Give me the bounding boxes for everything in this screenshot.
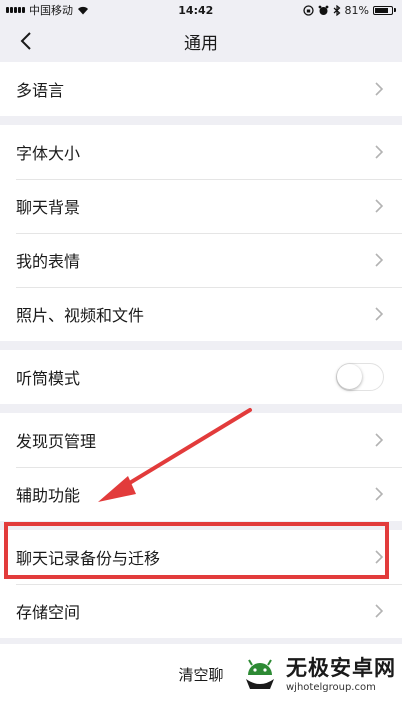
status-left: 中国移动 <box>6 2 89 18</box>
chevron-right-icon <box>375 145 384 159</box>
battery-icon <box>373 5 396 15</box>
row-label: 照片、视频和文件 <box>16 306 145 325</box>
row-label: 聊天记录备份与迁移 <box>16 549 161 568</box>
clear-chat-label: 清空聊 <box>178 666 224 684</box>
signal-icon <box>6 7 25 13</box>
row-label: 发现页管理 <box>16 432 97 451</box>
row-label: 存储空间 <box>16 603 81 622</box>
orientation-lock-icon <box>302 4 314 16</box>
watermark: 无极安卓网 wjhotelgroup.com <box>240 652 396 693</box>
status-time: 14:42 <box>178 3 214 17</box>
nav-bar: 通用 <box>0 20 402 62</box>
android-logo-icon <box>246 658 274 689</box>
bluetooth-icon <box>333 4 340 16</box>
chevron-right-icon <box>375 487 384 501</box>
chevron-left-icon <box>20 32 31 50</box>
settings-row-chat-backup-migration[interactable]: 聊天记录备份与迁移 <box>0 530 402 584</box>
chevron-right-icon <box>375 199 384 213</box>
watermark-url: wjhotelgroup.com <box>286 682 376 693</box>
row-label: 聊天背景 <box>16 198 81 217</box>
settings-list: 多语言 字体大小 聊天背景 我的表情 照片、视频和文件 听筒模式 发现页管理 辅… <box>0 62 402 638</box>
settings-row-font-size[interactable]: 字体大小 <box>0 125 402 179</box>
section-storage: 聊天记录备份与迁移 存储空间 <box>0 530 402 638</box>
chevron-right-icon <box>375 550 384 564</box>
settings-row-discover-management[interactable]: 发现页管理 <box>0 413 402 467</box>
page-title: 通用 <box>184 33 218 54</box>
status-right: 81% <box>302 3 396 17</box>
watermark-text: 无极安卓网 wjhotelgroup.com <box>286 652 396 693</box>
settings-row-storage[interactable]: 存储空间 <box>0 584 402 638</box>
settings-row-my-stickers[interactable]: 我的表情 <box>0 233 402 287</box>
row-label: 听筒模式 <box>16 369 81 388</box>
chevron-right-icon <box>375 604 384 618</box>
wifi-icon <box>78 6 88 15</box>
chevron-right-icon <box>375 253 384 267</box>
chevron-right-icon <box>375 433 384 447</box>
watermark-name: 无极安卓网 <box>286 656 396 680</box>
earpiece-mode-toggle[interactable] <box>336 363 384 391</box>
back-button[interactable] <box>14 28 38 54</box>
row-label: 多语言 <box>16 81 65 100</box>
settings-row-chat-background[interactable]: 聊天背景 <box>0 179 402 233</box>
row-label: 辅助功能 <box>16 486 81 505</box>
chevron-right-icon <box>375 82 384 96</box>
row-label: 我的表情 <box>16 252 81 271</box>
settings-row-accessibility[interactable]: 辅助功能 <box>0 467 402 521</box>
toggle-knob <box>337 364 362 389</box>
carrier-label: 中国移动 <box>29 4 73 17</box>
battery-percent: 81% <box>344 3 369 17</box>
section-earpiece: 听筒模式 <box>0 350 402 404</box>
section-display: 字体大小 聊天背景 我的表情 照片、视频和文件 <box>0 125 402 341</box>
chevron-right-icon <box>375 307 384 321</box>
settings-row-earpiece-mode: 听筒模式 <box>0 350 402 404</box>
settings-row-media-files[interactable]: 照片、视频和文件 <box>0 287 402 341</box>
settings-row-language[interactable]: 多语言 <box>0 62 402 116</box>
row-label: 字体大小 <box>16 144 81 163</box>
status-bar: 中国移动 14:42 81% <box>0 0 402 20</box>
section-discover: 发现页管理 辅助功能 <box>0 413 402 521</box>
alarm-icon <box>318 5 328 15</box>
section-language: 多语言 <box>0 62 402 116</box>
